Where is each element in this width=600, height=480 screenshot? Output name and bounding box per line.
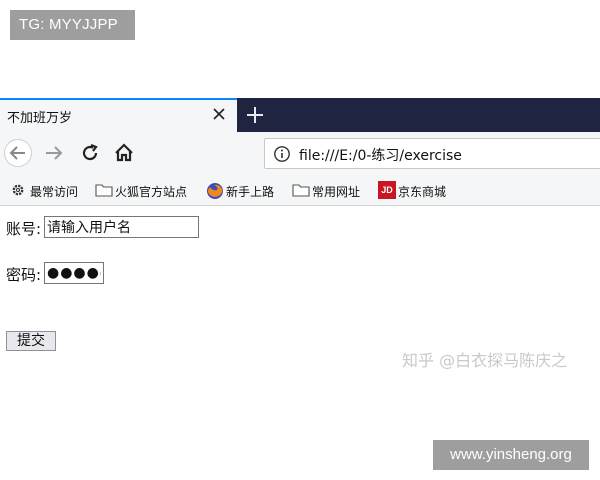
bookmark-label: 新手上路 [226,185,275,199]
back-arrow-icon[interactable] [4,139,32,167]
watermark-bottom: www.yinsheng.org [433,440,589,470]
password-input[interactable] [44,262,104,284]
reload-icon[interactable] [76,139,104,167]
tab-title: 不加班万岁 [7,111,73,126]
tab-bar: 不加班万岁 [0,98,600,132]
folder-icon [95,184,113,197]
password-label: 密码: [6,266,42,284]
account-label: 账号: [6,220,42,238]
gear-icon [12,184,24,196]
new-tab-icon[interactable] [245,105,265,125]
forward-arrow-icon[interactable] [40,139,68,167]
submit-button[interactable]: 提交 [6,331,56,351]
navigation-bar: file:///E:/0-练习/exercise [0,132,600,175]
bookmarks-toolbar: 最常访问 火狐官方站点 新手上路 常用网址 JD 京东商城 [0,175,600,206]
folder-icon [292,184,310,197]
bookmark-label: 最常访问 [30,185,79,199]
bookmark-label: 京东商城 [398,185,447,199]
address-bar[interactable]: file:///E:/0-练习/exercise [264,138,600,169]
bookmark-label: 常用网址 [312,185,361,199]
home-icon[interactable] [110,139,138,167]
bookmark-label: 火狐官方站点 [115,185,188,199]
watermark-top: TG: MYYJJPP [10,10,135,40]
close-tab-icon[interactable] [211,106,227,122]
jd-icon: JD [378,181,396,199]
watermark-zhihu: 知乎 @白衣探马陈庆之 [402,351,568,370]
url-text: file:///E:/0-练习/exercise [299,148,462,164]
info-icon[interactable] [273,145,291,163]
username-input[interactable] [44,216,199,238]
browser-tab[interactable]: 不加班万岁 [0,98,237,132]
firefox-icon [207,183,223,199]
